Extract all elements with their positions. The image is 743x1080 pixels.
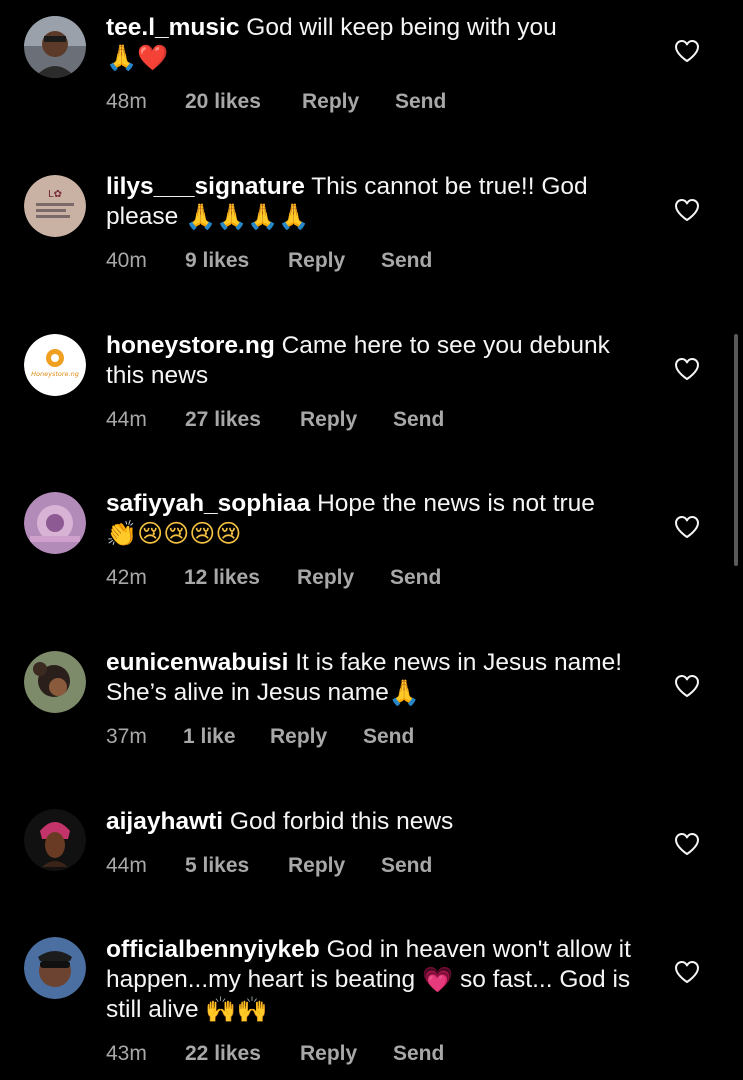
comment-meta: 42m 12 likes Reply Send (106, 566, 441, 590)
comment-username[interactable]: tee.l_music (106, 14, 239, 41)
like-heart-icon[interactable] (674, 515, 700, 539)
comment-likes[interactable]: 22 likes (185, 1042, 300, 1066)
comment-time: 37m (106, 725, 147, 748)
comment-time: 44m (106, 408, 147, 431)
comment-username[interactable]: officialbennyiykeb (106, 936, 320, 963)
comment-time: 40m (106, 249, 147, 272)
svg-text:L✿: L✿ (48, 189, 62, 200)
comment-likes[interactable]: 12 likes (184, 566, 297, 590)
send-button[interactable]: Send (393, 408, 444, 432)
like-heart-icon[interactable] (674, 960, 700, 984)
comment-username[interactable]: safiyyah_sophiaa (106, 490, 310, 517)
comment-meta: 44m 5 likes Reply Send (106, 854, 432, 878)
comment-likes[interactable]: 5 likes (185, 854, 288, 878)
comment-time: 42m (106, 566, 147, 589)
like-heart-icon[interactable] (674, 39, 700, 63)
reply-button[interactable]: Reply (302, 90, 395, 114)
pink-heart-emoji: 💗 (421, 965, 454, 994)
comment-text: Hope the news is not true (317, 490, 595, 517)
scrollbar[interactable] (734, 334, 738, 566)
like-heart-icon[interactable] (674, 357, 700, 381)
avatar[interactable]: L✿ (24, 175, 86, 237)
comment-time: 44m (106, 854, 147, 877)
comment-meta: 44m 27 likes Reply Send (106, 408, 444, 432)
like-heart-icon[interactable] (674, 198, 700, 222)
comment-text: God forbid this news (229, 808, 454, 835)
avatar[interactable] (24, 492, 86, 554)
comment-meta: 43m 22 likes Reply Send (106, 1042, 444, 1066)
comment-likes[interactable]: 27 likes (185, 408, 300, 432)
reply-button[interactable]: Reply (297, 566, 390, 590)
comment-username[interactable]: lilys___signature (106, 173, 305, 200)
comment-time: 48m (106, 90, 147, 113)
raised-hands-emoji: 🙌🙌 (205, 995, 268, 1024)
avatar[interactable] (24, 809, 86, 871)
comment-likes[interactable]: 9 likes (185, 249, 288, 273)
reply-button[interactable]: Reply (270, 725, 363, 749)
comment-likes[interactable]: 20 likes (185, 90, 302, 114)
honeystore-logo-text: Honeystore.ng (31, 370, 79, 378)
reply-button[interactable]: Reply (300, 1042, 393, 1066)
comment-time: 43m (106, 1042, 147, 1065)
send-button[interactable]: Send (393, 1042, 444, 1066)
comment-likes[interactable]: 1 like (183, 725, 270, 749)
send-button[interactable]: Send (363, 725, 414, 749)
comment-meta: 40m 9 likes Reply Send (106, 249, 432, 273)
avatar[interactable] (24, 937, 86, 999)
pray-heart-emoji: 🙏❤️ (106, 43, 169, 72)
reply-button[interactable]: Reply (288, 854, 381, 878)
reply-button[interactable]: Reply (288, 249, 381, 273)
avatar[interactable]: Honeystore.ng (24, 334, 86, 396)
comment-text: God will keep being with you (246, 14, 557, 41)
send-button[interactable]: Send (390, 566, 441, 590)
pray-emoji: 🙏🙏🙏🙏 (185, 202, 310, 231)
comment-username[interactable]: eunicenwabuisi (106, 649, 288, 676)
like-heart-icon[interactable] (674, 832, 700, 856)
avatar[interactable] (24, 16, 86, 78)
comment-meta: 37m 1 like Reply Send (106, 725, 414, 749)
comment-username[interactable]: honeystore.ng (106, 332, 275, 359)
pray-emoji: 🙏 (388, 678, 420, 707)
avatar[interactable] (24, 651, 86, 713)
send-button[interactable]: Send (381, 249, 432, 273)
send-button[interactable]: Send (395, 90, 446, 114)
like-heart-icon[interactable] (674, 674, 700, 698)
comment-username[interactable]: aijayhawti (106, 808, 223, 835)
comment-meta: 48m 20 likes Reply Send (106, 90, 446, 114)
send-button[interactable]: Send (381, 854, 432, 878)
reply-button[interactable]: Reply (300, 408, 393, 432)
clap-cry-emoji: 👏😢😢😢😢 (106, 519, 242, 548)
comments-screen: tee.l_music God will keep being with you… (0, 0, 743, 1080)
